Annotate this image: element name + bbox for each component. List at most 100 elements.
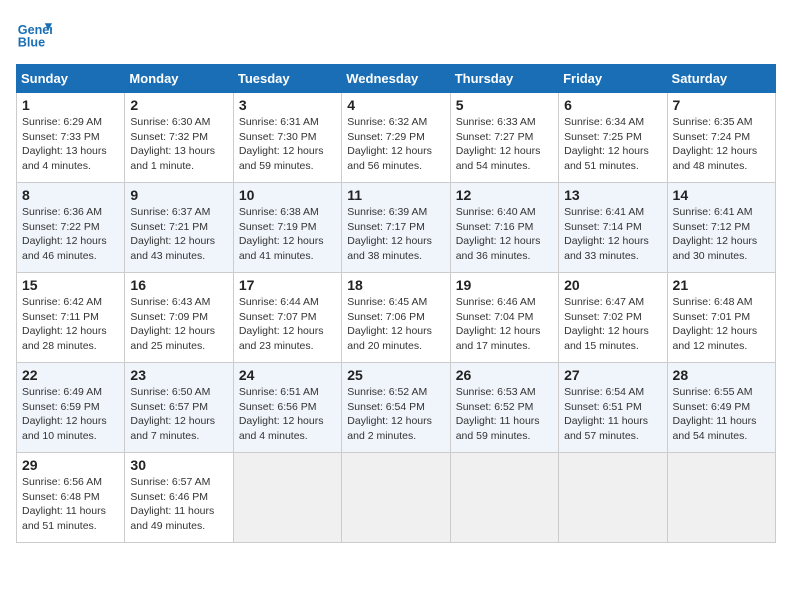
day-info: Sunrise: 6:55 AM Sunset: 6:49 PM Dayligh…: [673, 385, 770, 444]
calendar-cell: 25Sunrise: 6:52 AM Sunset: 6:54 PM Dayli…: [342, 363, 450, 453]
day-info: Sunrise: 6:35 AM Sunset: 7:24 PM Dayligh…: [673, 115, 770, 174]
day-info: Sunrise: 6:42 AM Sunset: 7:11 PM Dayligh…: [22, 295, 119, 354]
day-number: 12: [456, 187, 553, 203]
day-number: 16: [130, 277, 227, 293]
day-info: Sunrise: 6:45 AM Sunset: 7:06 PM Dayligh…: [347, 295, 444, 354]
day-info: Sunrise: 6:37 AM Sunset: 7:21 PM Dayligh…: [130, 205, 227, 264]
calendar-cell: 22Sunrise: 6:49 AM Sunset: 6:59 PM Dayli…: [17, 363, 125, 453]
day-number: 13: [564, 187, 661, 203]
calendar-cell: 18 Sunrise: 6:45 AM Sunset: 7:06 PM Dayli…: [342, 273, 450, 363]
day-info: Sunrise: 6:51 AM Sunset: 6:56 PM Dayligh…: [239, 385, 336, 444]
calendar-week-3: 15 Sunrise: 6:42 AM Sunset: 7:11 PM Dayli…: [17, 273, 776, 363]
day-header-monday: Monday: [125, 65, 233, 93]
day-info: Sunrise: 6:32 AM Sunset: 7:29 PM Dayligh…: [347, 115, 444, 174]
day-info: Sunrise: 6:33 AM Sunset: 7:27 PM Dayligh…: [456, 115, 553, 174]
calendar-cell: 10Sunrise: 6:38 AM Sunset: 7:19 PM Dayli…: [233, 183, 341, 273]
day-number: 20: [564, 277, 661, 293]
day-info: Sunrise: 6:46 AM Sunset: 7:04 PM Dayligh…: [456, 295, 553, 354]
day-header-wednesday: Wednesday: [342, 65, 450, 93]
day-info: Sunrise: 6:53 AM Sunset: 6:52 PM Dayligh…: [456, 385, 553, 444]
calendar-cell: 15 Sunrise: 6:42 AM Sunset: 7:11 PM Dayli…: [17, 273, 125, 363]
calendar-cell: [667, 453, 775, 543]
day-number: 5: [456, 97, 553, 113]
calendar-cell: [559, 453, 667, 543]
day-header-thursday: Thursday: [450, 65, 558, 93]
calendar-cell: 13 Sunrise: 6:41 AM Sunset: 7:14 PM Dayli…: [559, 183, 667, 273]
calendar-cell: 9Sunrise: 6:37 AM Sunset: 7:21 PM Daylig…: [125, 183, 233, 273]
day-number: 2: [130, 97, 227, 113]
day-info: Sunrise: 6:56 AM Sunset: 6:48 PM Dayligh…: [22, 475, 119, 534]
calendar-cell: 26 Sunrise: 6:53 AM Sunset: 6:52 PM Dayli…: [450, 363, 558, 453]
calendar-cell: 7 Sunrise: 6:35 AM Sunset: 7:24 PM Daylig…: [667, 93, 775, 183]
calendar-cell: 21 Sunrise: 6:48 AM Sunset: 7:01 PM Dayli…: [667, 273, 775, 363]
day-number: 7: [673, 97, 770, 113]
calendar-cell: 28 Sunrise: 6:55 AM Sunset: 6:49 PM Dayli…: [667, 363, 775, 453]
day-info: Sunrise: 6:44 AM Sunset: 7:07 PM Dayligh…: [239, 295, 336, 354]
day-number: 1: [22, 97, 119, 113]
day-number: 26: [456, 367, 553, 383]
page-header: General Blue: [16, 16, 776, 52]
day-info: Sunrise: 6:50 AM Sunset: 6:57 PM Dayligh…: [130, 385, 227, 444]
calendar-table: SundayMondayTuesdayWednesdayThursdayFrid…: [16, 64, 776, 543]
day-info: Sunrise: 6:47 AM Sunset: 7:02 PM Dayligh…: [564, 295, 661, 354]
day-header-saturday: Saturday: [667, 65, 775, 93]
calendar-cell: 3 Sunrise: 6:31 AM Sunset: 7:30 PM Daylig…: [233, 93, 341, 183]
day-info: Sunrise: 6:40 AM Sunset: 7:16 PM Dayligh…: [456, 205, 553, 264]
day-number: 19: [456, 277, 553, 293]
calendar-cell: 12 Sunrise: 6:40 AM Sunset: 7:16 PM Dayli…: [450, 183, 558, 273]
day-info: Sunrise: 6:41 AM Sunset: 7:14 PM Dayligh…: [564, 205, 661, 264]
day-number: 3: [239, 97, 336, 113]
day-info: Sunrise: 6:41 AM Sunset: 7:12 PM Dayligh…: [673, 205, 770, 264]
day-info: Sunrise: 6:39 AM Sunset: 7:17 PM Dayligh…: [347, 205, 444, 264]
calendar-cell: 2 Sunrise: 6:30 AM Sunset: 7:32 PM Daylig…: [125, 93, 233, 183]
calendar-cell: [450, 453, 558, 543]
day-number: 15: [22, 277, 119, 293]
calendar-week-5: 29 Sunrise: 6:56 AM Sunset: 6:48 PM Dayli…: [17, 453, 776, 543]
day-number: 28: [673, 367, 770, 383]
calendar-cell: 19 Sunrise: 6:46 AM Sunset: 7:04 PM Dayli…: [450, 273, 558, 363]
day-number: 24: [239, 367, 336, 383]
calendar-cell: 8Sunrise: 6:36 AM Sunset: 7:22 PM Daylig…: [17, 183, 125, 273]
calendar-cell: 17Sunrise: 6:44 AM Sunset: 7:07 PM Dayli…: [233, 273, 341, 363]
day-number: 18: [347, 277, 444, 293]
logo: General Blue: [16, 16, 52, 52]
calendar-cell: [233, 453, 341, 543]
day-number: 10: [239, 187, 336, 203]
day-info: Sunrise: 6:49 AM Sunset: 6:59 PM Dayligh…: [22, 385, 119, 444]
days-header-row: SundayMondayTuesdayWednesdayThursdayFrid…: [17, 65, 776, 93]
calendar-cell: 20 Sunrise: 6:47 AM Sunset: 7:02 PM Dayli…: [559, 273, 667, 363]
day-info: Sunrise: 6:34 AM Sunset: 7:25 PM Dayligh…: [564, 115, 661, 174]
day-number: 4: [347, 97, 444, 113]
day-info: Sunrise: 6:31 AM Sunset: 7:30 PM Dayligh…: [239, 115, 336, 174]
day-info: Sunrise: 6:29 AM Sunset: 7:33 PM Dayligh…: [22, 115, 119, 174]
day-number: 14: [673, 187, 770, 203]
calendar-cell: [342, 453, 450, 543]
day-header-friday: Friday: [559, 65, 667, 93]
svg-text:Blue: Blue: [18, 36, 45, 50]
calendar-week-4: 22Sunrise: 6:49 AM Sunset: 6:59 PM Dayli…: [17, 363, 776, 453]
calendar-cell: 27 Sunrise: 6:54 AM Sunset: 6:51 PM Dayli…: [559, 363, 667, 453]
day-number: 6: [564, 97, 661, 113]
day-number: 21: [673, 277, 770, 293]
day-number: 8: [22, 187, 119, 203]
calendar-cell: 6 Sunrise: 6:34 AM Sunset: 7:25 PM Daylig…: [559, 93, 667, 183]
day-number: 27: [564, 367, 661, 383]
day-info: Sunrise: 6:48 AM Sunset: 7:01 PM Dayligh…: [673, 295, 770, 354]
day-info: Sunrise: 6:43 AM Sunset: 7:09 PM Dayligh…: [130, 295, 227, 354]
day-number: 29: [22, 457, 119, 473]
calendar-cell: 1 Sunrise: 6:29 AM Sunset: 7:33 PM Daylig…: [17, 93, 125, 183]
day-info: Sunrise: 6:57 AM Sunset: 6:46 PM Dayligh…: [130, 475, 227, 534]
day-info: Sunrise: 6:30 AM Sunset: 7:32 PM Dayligh…: [130, 115, 227, 174]
calendar-cell: 5 Sunrise: 6:33 AM Sunset: 7:27 PM Daylig…: [450, 93, 558, 183]
calendar-cell: 23 Sunrise: 6:50 AM Sunset: 6:57 PM Dayli…: [125, 363, 233, 453]
calendar-cell: 30 Sunrise: 6:57 AM Sunset: 6:46 PM Dayli…: [125, 453, 233, 543]
day-number: 25: [347, 367, 444, 383]
day-number: 30: [130, 457, 227, 473]
calendar-cell: 16 Sunrise: 6:43 AM Sunset: 7:09 PM Dayli…: [125, 273, 233, 363]
day-header-sunday: Sunday: [17, 65, 125, 93]
calendar-week-2: 8Sunrise: 6:36 AM Sunset: 7:22 PM Daylig…: [17, 183, 776, 273]
day-info: Sunrise: 6:54 AM Sunset: 6:51 PM Dayligh…: [564, 385, 661, 444]
calendar-cell: 29 Sunrise: 6:56 AM Sunset: 6:48 PM Dayli…: [17, 453, 125, 543]
day-number: 23: [130, 367, 227, 383]
day-header-tuesday: Tuesday: [233, 65, 341, 93]
